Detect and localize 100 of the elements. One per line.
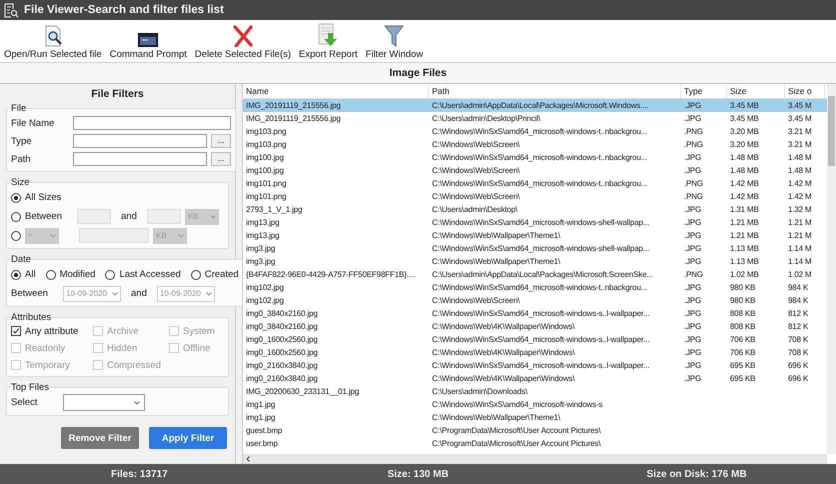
toolbar-button[interactable]: Export Report (296, 23, 360, 60)
table-row[interactable]: img0_1600x2560.jpg C:\Windows\WinSxS\amd64_microsoft-windows-s..l-wallpaper... .JPG 706 KB 708 K (243, 333, 827, 346)
radio-button[interactable] (11, 212, 21, 222)
table-cell-text: IMG_20191119_215556.jpg (245, 114, 342, 123)
table-cell-text: 1.14 M (787, 244, 813, 253)
window-title: File Viewer-Search and filter files list (24, 4, 224, 16)
table-row[interactable]: {B4FAF822-96E0-4429-A757-FF50EF98FF1B}.... C:\Users\admin\AppData\Local\Packages\Microsoft.ScreenSke... .PNG 1.02 MB 1.02 M (243, 268, 827, 281)
panel-title: File Filters (90, 87, 145, 102)
toolbar-button[interactable]: Command Prompt (108, 33, 189, 60)
table-cell-text: 1.02 MB (729, 270, 760, 279)
table-row[interactable]: img0_2160x3840.jpg C:\Windows\Web\4K\Wallpaper\Windows\ .JPG 695 KB 696 K (243, 372, 827, 385)
field-label: Select (11, 397, 38, 408)
table-cell-text: 3.21 M (787, 127, 813, 136)
input-field[interactable] (73, 116, 231, 130)
table-cell-text: img0_3840x2160.jpg (245, 309, 319, 318)
chevron-down-icon (206, 292, 212, 296)
table-cell-text: .PNG (683, 192, 704, 201)
magnifier-page-icon (42, 25, 63, 47)
horizontal-scrollbar[interactable] (243, 454, 827, 464)
document-search-icon (4, 2, 18, 18)
remove-button[interactable]: Remove Filter (61, 427, 139, 449)
table-row[interactable]: img100.jpg C:\Windows\WinSxS\amd64_microsoft-windows-t..nbackgrou... .JPG 1.48 MB 1.48 M (243, 151, 827, 164)
table-row[interactable]: img0_2160x3840.jpg C:\Windows\WinSxS\amd64_microsoft-windows-s..l-wallpaper... .JPG 695 KB 696 K (243, 359, 827, 372)
table-cell-text: 695 KB (729, 374, 756, 383)
table-cell-text: img13.jpg (245, 218, 280, 227)
table-cell-text: 1.21 MB (729, 218, 760, 227)
table-cell-text: C:\Windows\Web\Wallpaper\Theme1\ (431, 257, 562, 266)
vertical-scrollbar[interactable] (827, 84, 836, 454)
chevron-down-icon (210, 214, 216, 218)
table-row[interactable]: 2793_1_V_1.jpg C:\Users\admin\Desktop\ .JPG 1.31 MB 1.32 M (243, 203, 827, 216)
radio-button[interactable] (190, 270, 201, 280)
table-cell-text: 1.21 M (787, 218, 813, 227)
table-cell-text: guest.bmp (245, 426, 284, 435)
table-cell-text: img3.jpg (245, 257, 276, 266)
table-row[interactable]: img102.jpg C:\Windows\Web\Screen\ .JPG 980 KB 984 K (243, 294, 827, 307)
checkbox[interactable] (11, 326, 21, 336)
browse-button[interactable]: ... (211, 152, 231, 166)
table-cell-text: 1.13 MB (729, 244, 760, 253)
table-row[interactable]: user.bmp C:\ProgramData\Microsoft\User Account Pictures\ (243, 437, 827, 450)
table-cell-text: .JPG (683, 231, 702, 240)
column-header[interactable]: Path (429, 84, 681, 98)
group-legend: Size (11, 177, 30, 188)
toolbar-button[interactable]: Filter Window (364, 25, 426, 60)
input-field[interactable] (73, 134, 207, 148)
table-cell-text: C:\Windows\WinSxS\amd64_microsoft-windows-t..nbackgrou... (431, 283, 648, 292)
table-row[interactable]: img1.jpg C:\Windows\WinSxS\amd64_microsoft-windows-s (243, 398, 827, 411)
toolbar-button[interactable]: Open/Run Selected file (2, 25, 104, 60)
table-row[interactable]: guest.bmp C:\ProgramData\Microsoft\User Account Pictures\ (243, 424, 827, 437)
table-row[interactable]: img3.jpg C:\Windows\WinSxS\amd64_microsoft-windows-shell-wallpap... .JPG 1.13 MB 1.14 M (243, 242, 827, 255)
table-cell-text: img100.jpg (245, 153, 285, 162)
dropdown[interactable] (63, 394, 145, 411)
chevron-left-icon[interactable] (246, 456, 250, 462)
column-header[interactable]: Size (727, 84, 785, 98)
input-field[interactable] (73, 152, 207, 166)
table-cell-text: C:\Windows\WinSxS\amd64_microsoft-windows-s..l-wallpaper... (431, 361, 650, 370)
table-row[interactable]: IMG_20191119_215556.jpg C:\Users\admin\AppData\Local\Packages\Microsoft.Windows.... .JPG 3.45 MB 3.45 M (243, 99, 827, 112)
table-row[interactable]: img3.jpg C:\Windows\Web\Wallpaper\Theme1\ .JPG 1.13 MB 1.14 M (243, 255, 827, 268)
browse-button[interactable]: ... (211, 134, 231, 148)
table-row[interactable]: IMG_20191119_215556.jpg C:\Users\admin\Desktop\Princil\ .JPG 3.45 MB 3.45 M (243, 112, 827, 125)
table-cell-text: 3.45 MB (729, 101, 760, 110)
table-cell-text: 3.21 M (787, 140, 813, 149)
table-cell-text: C:\Windows\Web\4K\Wallpaper\Windows\ (431, 322, 576, 331)
radio-button[interactable] (46, 270, 56, 280)
chevron-down-icon (50, 234, 56, 238)
status-text: Size: 130 MB (386, 468, 450, 480)
table-row[interactable]: img0_3840x2160.jpg C:\Windows\WinSxS\amd64_microsoft-windows-s..l-wallpaper... .JPG 808 KB 812 K (243, 307, 827, 320)
table-cell-text: img0_3840x2160.jpg (245, 322, 319, 331)
table-row[interactable]: img0_1600x2560.jpg C:\Windows\Web\4K\Wallpaper\Windows\ .JPG 706 KB 708 K (243, 346, 827, 359)
radio-label: All (25, 269, 36, 280)
table-row[interactable]: img0_3840x2160.jpg C:\Windows\Web\4K\Wallpaper\Windows\ .JPG 808 KB 812 K (243, 320, 827, 333)
table-row[interactable]: img100.jpg C:\Windows\Web\Screen\ .JPG 1.48 MB 1.48 M (243, 164, 827, 177)
radio-button[interactable] (11, 192, 21, 202)
apply-button[interactable]: Apply Filter (149, 427, 227, 449)
table-cell-text: 1.14 M (787, 257, 813, 266)
radio-button[interactable] (105, 270, 116, 280)
table-row[interactable]: img1.jpg C:\Windows\Web\Wallpaper\Theme1\ (243, 411, 827, 424)
table-cell-text: img0_1600x2560.jpg (245, 348, 319, 357)
radio-button[interactable] (11, 270, 21, 280)
column-header[interactable]: Type (681, 84, 727, 98)
table-row[interactable]: img101.png C:\Windows\WinSxS\amd64_microsoft-windows-t..nbackgrou... .PNG 1.42 MB 1.42 M (243, 177, 827, 190)
table-cell-text: 980 KB (729, 283, 756, 292)
table-cell-text: C:\Windows\WinSxS\amd64_microsoft-windows-t..nbackgrou... (431, 153, 648, 162)
table-cell-text: 1.02 M (787, 270, 813, 279)
column-header[interactable]: Size o (785, 84, 825, 98)
table-cell-text: img3.jpg (245, 244, 276, 253)
table-row[interactable]: IMG_20200630_233131__01.jpg C:\Users\admin\Downloads\ (243, 385, 827, 398)
table-row[interactable]: img102.jpg C:\Windows\WinSxS\amd64_microsoft-windows-t..nbackgrou... .JPG 980 KB 984 K (243, 281, 827, 294)
toolbar-button[interactable]: Delete Selected File(s) (192, 25, 293, 60)
table-cell-text: 1.48 M (787, 153, 813, 162)
table-row[interactable]: img13.jpg C:\Windows\Web\Wallpaper\Theme1\ .JPG 1.21 MB 1.21 M (243, 229, 827, 242)
table-cell-text: C:\Windows\Web\Screen\ (431, 166, 521, 175)
table-row[interactable]: img103.png C:\Windows\WinSxS\amd64_microsoft-windows-t..nbackgrou... .PNG 3.20 MB 3.21 M (243, 125, 827, 138)
table-row[interactable]: img103.png C:\Windows\Web\Screen\ .PNG 3.20 MB 3.21 M (243, 138, 827, 151)
table-row[interactable]: img101.png C:\Windows\Web\Screen\ .PNG 1.42 MB 1.42 M (243, 190, 827, 203)
column-header[interactable]: Name (243, 84, 429, 98)
table-cell-text: C:\Windows\Web\Wallpaper\Theme1\ (431, 413, 562, 422)
table-row[interactable]: img13.jpg C:\Windows\WinSxS\amd64_microsoft-windows-shell-wallpap... .JPG 1.21 MB 1.21 M (243, 216, 827, 229)
radio-button[interactable] (11, 230, 21, 240)
status-text: Files: 13717 (110, 468, 169, 480)
and-label: and (131, 288, 147, 299)
